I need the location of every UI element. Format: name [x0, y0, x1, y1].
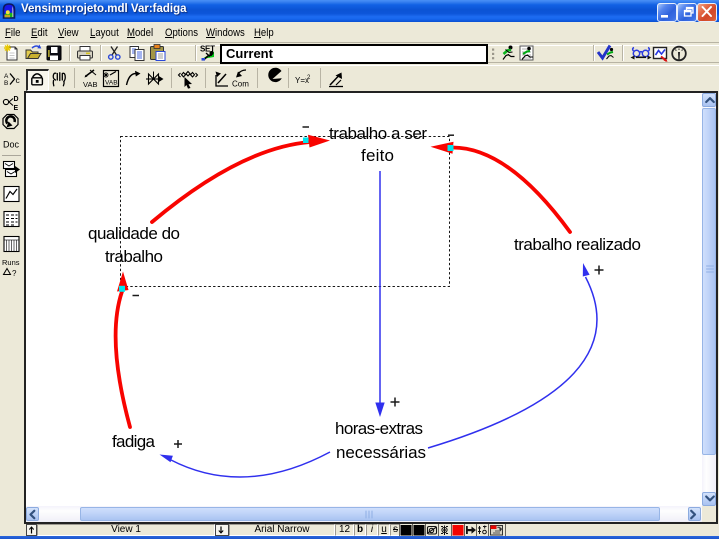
svg-text:fadiga: fadiga [112, 432, 156, 451]
svg-text:horas-extras: horas-extras [335, 419, 423, 438]
svg-text:D: D [14, 96, 19, 103]
svg-text:VAB: VAB [83, 80, 97, 89]
svg-text:trabalho realizado: trabalho realizado [514, 235, 641, 254]
svg-text:trabalho: trabalho [105, 247, 163, 266]
svg-text:Com: Com [232, 80, 249, 89]
svg-text:Runs: Runs [2, 258, 20, 267]
svg-text:trabalho a ser: trabalho a ser [329, 124, 427, 143]
svg-text:B: B [4, 80, 8, 87]
svg-text:?: ? [12, 269, 17, 278]
svg-text:feito: feito [361, 146, 394, 165]
svg-text:E: E [14, 105, 19, 112]
svg-text:qualidade do: qualidade do [88, 224, 180, 243]
svg-text:necessárias: necessárias [336, 443, 426, 462]
svg-text:A: A [4, 73, 9, 80]
svg-text:2: 2 [307, 75, 311, 81]
svg-text:VAB: VAB [105, 80, 118, 87]
svg-text:Doc: Doc [3, 140, 20, 150]
svg-text:c: c [16, 75, 21, 85]
